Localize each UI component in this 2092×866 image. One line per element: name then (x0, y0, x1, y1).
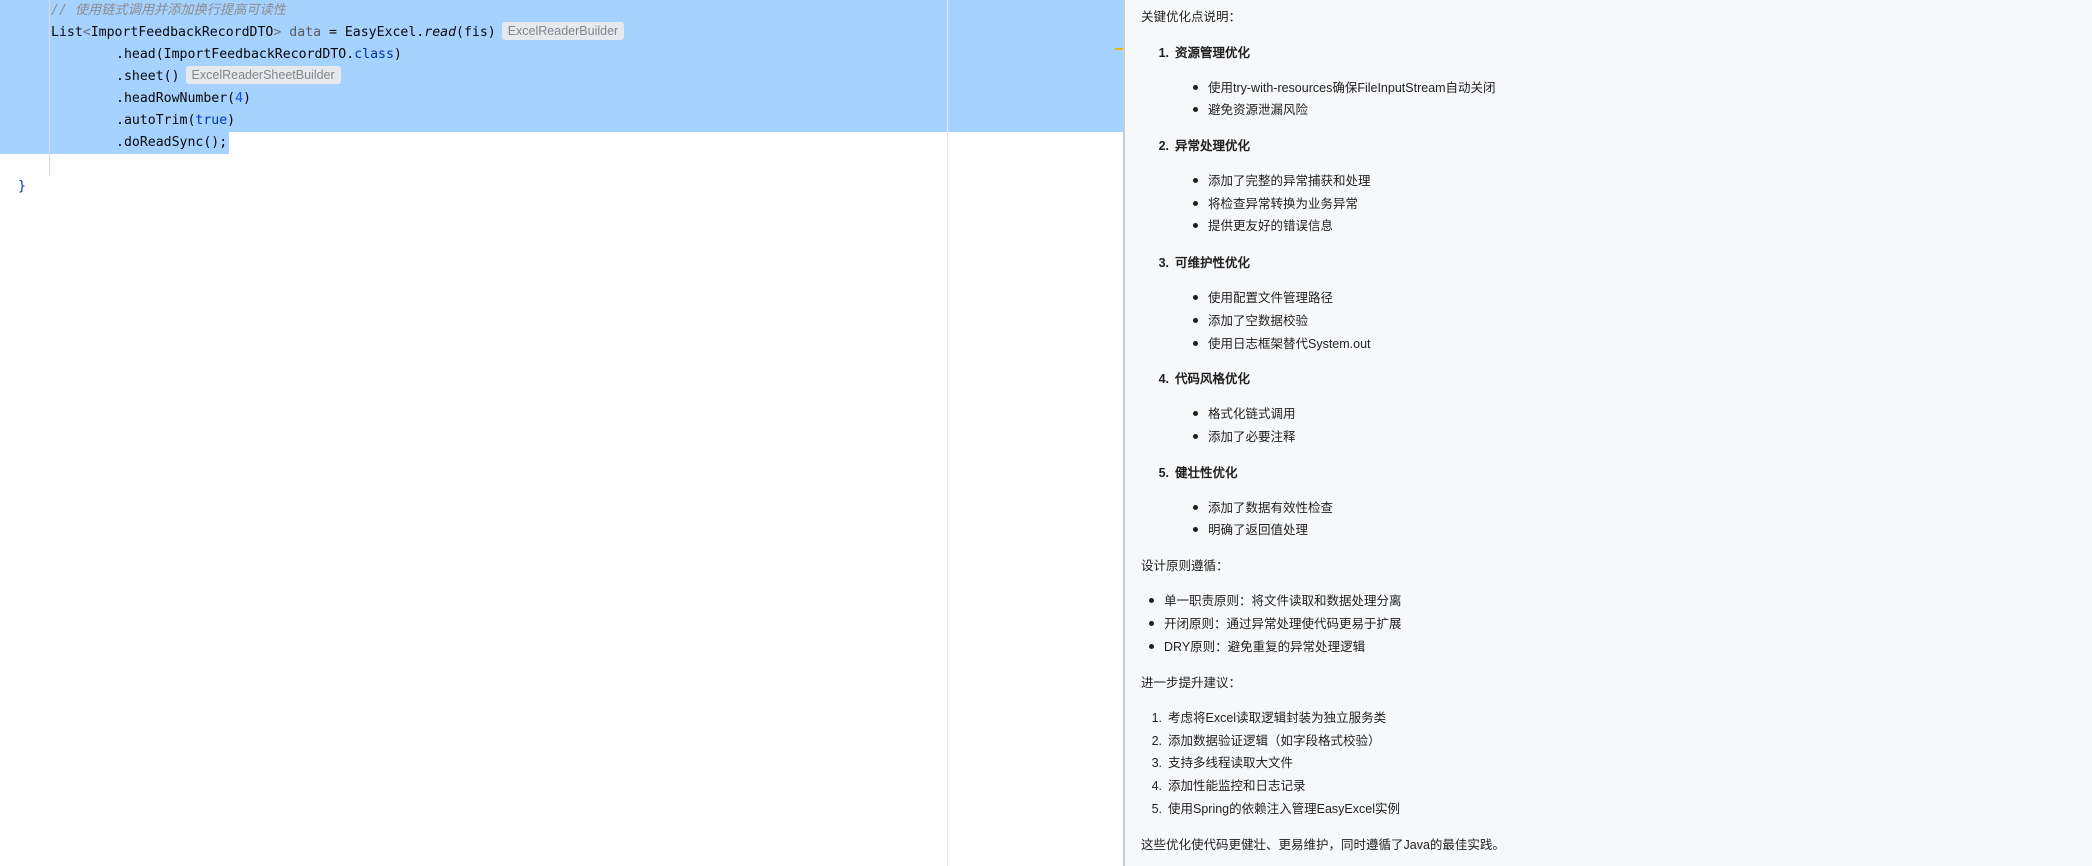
code-method-read: read (424, 25, 457, 40)
list-item: 将检查异常转换为业务异常 (1193, 195, 1358, 213)
code-generic-type: ImportFeedbackRecordDTO (90, 25, 274, 40)
code-call-doreadsync: .doReadSync(); (116, 135, 228, 150)
section-heading: 2. 异常处理优化 (1158, 139, 1251, 153)
bullet-icon (1193, 295, 1198, 300)
code-number: 4 (235, 91, 244, 106)
list-item: 避免资源泄漏风险 (1193, 101, 1308, 119)
list-item: 2. 添加数据验证逻辑（如字段格式校验） (1151, 734, 1381, 748)
indent-guide (49, 0, 50, 176)
code-line-5[interactable]: .autoTrim(true) (116, 110, 235, 132)
list-item: 单一职责原则：将文件读取和数据处理分离 (1149, 592, 1402, 610)
list-item: 使用配置文件管理路径 (1193, 289, 1333, 307)
bullet-icon (1193, 411, 1198, 416)
code-comment[interactable]: // 使用链式调用并添加换行提高可读性 (51, 0, 286, 22)
code-args: (fis) (456, 25, 496, 40)
code-generic-open: < (82, 25, 91, 40)
section-heading: 4. 代码风格优化 (1158, 372, 1251, 386)
code-line-3[interactable]: .sheet() ExcelReaderSheetBuilder (116, 66, 341, 88)
code-call-headrownumber: .headRowNumber( (116, 91, 236, 106)
list-item: 使用try-with-resources确保FileInputStream自动关… (1193, 79, 1496, 97)
intro-text: 关键优化点说明： (1141, 10, 1242, 24)
list-item: 使用日志框架替代System.out (1193, 335, 1371, 353)
code-variable: data (289, 25, 322, 40)
inlay-hint-sheet-builder[interactable]: ExcelReaderSheetBuilder (185, 66, 341, 84)
code-call-sheet: .sheet() (116, 69, 180, 84)
list-item: DRY原则：避免重复的异常处理逻辑 (1149, 638, 1365, 656)
code-keyword-true: true (195, 113, 228, 128)
bullet-icon (1193, 527, 1198, 532)
list-item: 5. 使用Spring的依赖注入管理EasyExcel实例 (1151, 802, 1400, 816)
list-item: 3. 支持多线程读取大文件 (1151, 756, 1294, 770)
code-editor[interactable]: // 使用链式调用并添加换行提高可读性 List<ImportFeedbackR… (0, 0, 1123, 866)
section-heading: 3. 可维护性优化 (1158, 256, 1251, 270)
code-call-head: .head(ImportFeedbackRecordDTO. (116, 47, 355, 62)
code-closing-brace[interactable]: } (18, 176, 26, 198)
inlay-hint-reader-builder[interactable]: ExcelReaderBuilder (501, 22, 625, 40)
ai-chat-panel: 关键优化点说明： 1. 资源管理优化 使用try-with-resources确保… (1125, 0, 2092, 866)
code-keyword-class: class (354, 47, 394, 62)
bullet-icon (1193, 341, 1198, 346)
list-item: 添加了数据有效性检查 (1193, 499, 1333, 517)
list-item: 格式化链式调用 (1193, 405, 1296, 423)
bullet-icon (1193, 201, 1198, 206)
bullet-icon (1149, 621, 1154, 626)
code-line-2[interactable]: .head(ImportFeedbackRecordDTO.class) (116, 44, 402, 66)
bullet-icon (1193, 178, 1198, 183)
list-item: 添加了完整的异常捕获和处理 (1193, 172, 1371, 190)
code-type: List (51, 25, 83, 40)
code-close-paren: ) (227, 113, 236, 128)
suggestions-heading: 进一步提升建议： (1141, 676, 1242, 690)
code-class: EasyExcel. (344, 25, 425, 40)
code-close-paren: ) (393, 47, 402, 62)
principles-heading: 设计原则遵循： (1141, 559, 1229, 573)
right-margin-guide (947, 0, 948, 866)
bullet-icon (1149, 644, 1154, 649)
section-heading: 1. 资源管理优化 (1158, 46, 1251, 60)
list-item: 4. 添加性能监控和日志记录 (1151, 779, 1306, 793)
section-heading: 5. 健壮性优化 (1158, 466, 1238, 480)
bullet-icon (1193, 505, 1198, 510)
code-line-1[interactable]: List<ImportFeedbackRecordDTO> data = Eas… (51, 22, 625, 44)
list-item: 提供更友好的错误信息 (1193, 217, 1333, 235)
bullet-icon (1193, 434, 1198, 439)
scrollbar-marker[interactable] (1115, 48, 1123, 50)
code-assign: = (321, 25, 345, 40)
code-line-4[interactable]: .headRowNumber(4) (116, 88, 251, 110)
bullet-icon (1193, 107, 1198, 112)
list-item: 1. 考虑将Excel读取逻辑封装为独立服务类 (1151, 711, 1387, 725)
code-line-6[interactable]: .doReadSync(); (116, 132, 227, 154)
conclusion-text: 这些优化使代码更健壮、更易维护，同时遵循了Java的最佳实践。 (1141, 838, 1505, 852)
code-generic-close: > (273, 25, 282, 40)
list-item: 添加了空数据校验 (1193, 312, 1308, 330)
bullet-icon (1149, 598, 1154, 603)
list-item: 开闭原则：通过异常处理使代码更易于扩展 (1149, 615, 1402, 633)
code-close-paren: ) (243, 91, 251, 106)
bullet-icon (1193, 85, 1198, 90)
list-item: 添加了必要注释 (1193, 428, 1296, 446)
code-call-autotrim: .autoTrim( (116, 113, 196, 128)
list-item: 明确了返回值处理 (1193, 521, 1308, 539)
bullet-icon (1193, 318, 1198, 323)
bullet-icon (1193, 223, 1198, 228)
